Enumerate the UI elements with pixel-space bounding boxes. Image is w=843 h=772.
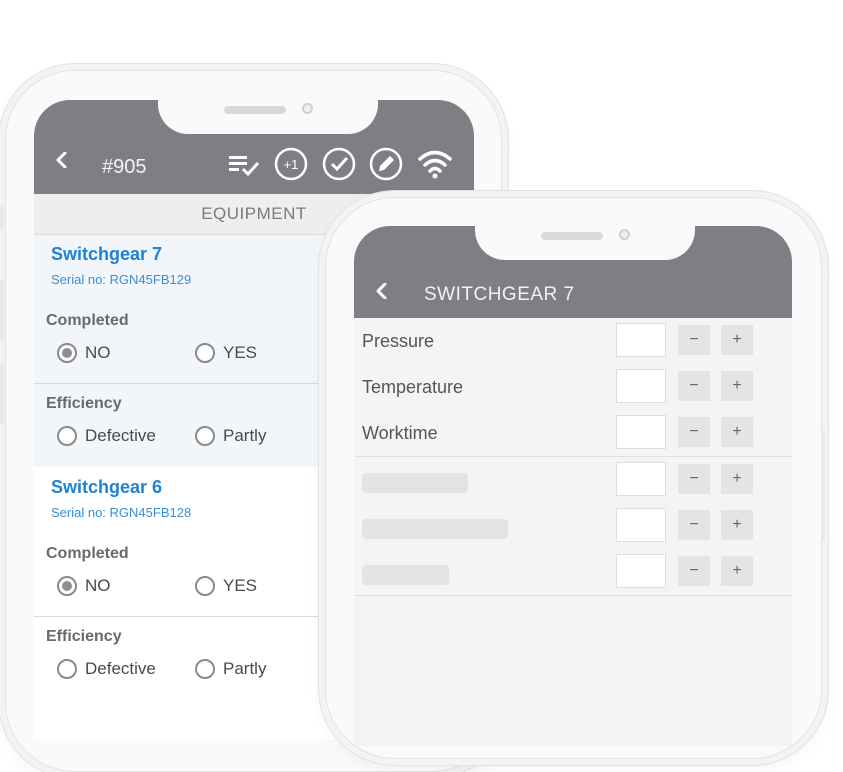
- checklist-icon[interactable]: [227, 147, 261, 181]
- value-input[interactable]: [616, 323, 666, 357]
- completed-label: Completed: [46, 545, 129, 562]
- measurement-row: Pressure − +: [354, 318, 792, 365]
- measurement-row: Worktime − +: [354, 410, 792, 457]
- increment-button[interactable]: +: [721, 510, 753, 540]
- plus-one-icon[interactable]: +1: [274, 147, 308, 181]
- phone-notch: [475, 226, 695, 260]
- decrement-button[interactable]: −: [678, 417, 710, 447]
- measurement-row: Temperature − +: [354, 364, 792, 411]
- value-input[interactable]: [616, 369, 666, 403]
- label-placeholder: [362, 519, 508, 539]
- radio-label: NO: [85, 576, 111, 595]
- check-circle-icon[interactable]: [322, 147, 356, 181]
- phone-frame-right: SWITCHGEAR 7 Pressure − + Temperature − …: [325, 197, 822, 759]
- value-input[interactable]: [616, 554, 666, 588]
- job-number: #905: [102, 156, 147, 178]
- radio-yes[interactable]: YES: [195, 343, 257, 363]
- wifi-icon: [418, 150, 452, 179]
- decrement-button[interactable]: −: [678, 510, 710, 540]
- speaker-grille: [224, 106, 286, 114]
- label-placeholder: [362, 473, 468, 493]
- radio-yes[interactable]: YES: [195, 576, 257, 596]
- efficiency-label: Efficiency: [46, 628, 122, 645]
- equipment-title[interactable]: Switchgear 6: [51, 477, 162, 498]
- radio-defective[interactable]: Defective: [57, 426, 156, 446]
- completed-label: Completed: [46, 312, 129, 329]
- radio-no[interactable]: NO: [57, 576, 111, 596]
- serial-number: Serial no: RGN45FB129: [51, 272, 192, 287]
- measurement-label: Pressure: [362, 331, 435, 351]
- radio-defective[interactable]: Defective: [57, 659, 156, 679]
- phone-notch: [158, 100, 378, 134]
- measurement-row-placeholder: − +: [354, 457, 792, 504]
- efficiency-label: Efficiency: [46, 395, 122, 412]
- phone-side-button: [0, 205, 4, 231]
- increment-button[interactable]: +: [721, 464, 753, 494]
- speaker-grille: [541, 232, 603, 240]
- phone-side-button: [0, 280, 4, 342]
- radio-unselected-icon: [57, 426, 77, 446]
- radio-partly[interactable]: Partly: [195, 659, 266, 679]
- top-bar: #905 +1: [34, 100, 474, 194]
- screen-switchgear-detail: SWITCHGEAR 7 Pressure − + Temperature − …: [354, 226, 792, 746]
- radio-label: Defective: [85, 426, 156, 445]
- radio-selected-icon: [57, 576, 77, 596]
- radio-label: NO: [85, 343, 111, 362]
- increment-button[interactable]: +: [721, 417, 753, 447]
- front-camera: [302, 103, 313, 114]
- value-input[interactable]: [616, 462, 666, 496]
- measurement-label: Temperature: [362, 377, 464, 397]
- value-input[interactable]: [616, 508, 666, 542]
- pencil-circle-icon[interactable]: [369, 147, 403, 181]
- plus-one-label: +1: [284, 157, 299, 172]
- serial-number: Serial no: RGN45FB128: [51, 505, 192, 520]
- radio-label: YES: [223, 576, 258, 595]
- radio-unselected-icon: [195, 659, 215, 679]
- radio-selected-icon: [57, 343, 77, 363]
- value-input[interactable]: [616, 415, 666, 449]
- measurement-row-placeholder: − +: [354, 549, 792, 596]
- front-camera: [619, 229, 630, 240]
- label-placeholder: [362, 565, 449, 585]
- phone-side-button: [821, 430, 825, 540]
- radio-no[interactable]: NO: [57, 343, 111, 363]
- back-chevron-icon[interactable]: [54, 152, 70, 168]
- radio-unselected-icon: [195, 343, 215, 363]
- decrement-button[interactable]: −: [678, 325, 710, 355]
- decrement-button[interactable]: −: [678, 464, 710, 494]
- radio-unselected-icon: [57, 659, 77, 679]
- top-bar: SWITCHGEAR 7: [354, 226, 792, 318]
- measurement-label: Worktime: [362, 423, 438, 443]
- back-chevron-icon[interactable]: [374, 283, 390, 299]
- radio-unselected-icon: [195, 576, 215, 596]
- equipment-title[interactable]: Switchgear 7: [51, 244, 162, 265]
- measurement-row-placeholder: − +: [354, 503, 792, 550]
- increment-button[interactable]: +: [721, 371, 753, 401]
- decrement-button[interactable]: −: [678, 371, 710, 401]
- radio-unselected-icon: [195, 426, 215, 446]
- radio-label: Partly: [223, 426, 267, 445]
- increment-button[interactable]: +: [721, 556, 753, 586]
- decrement-button[interactable]: −: [678, 556, 710, 586]
- radio-label: YES: [223, 343, 258, 362]
- increment-button[interactable]: +: [721, 325, 753, 355]
- phone-side-button: [0, 362, 4, 424]
- radio-label: Defective: [85, 659, 156, 678]
- radio-partly[interactable]: Partly: [195, 426, 266, 446]
- radio-label: Partly: [223, 659, 267, 678]
- page-title: SWITCHGEAR 7: [424, 284, 575, 305]
